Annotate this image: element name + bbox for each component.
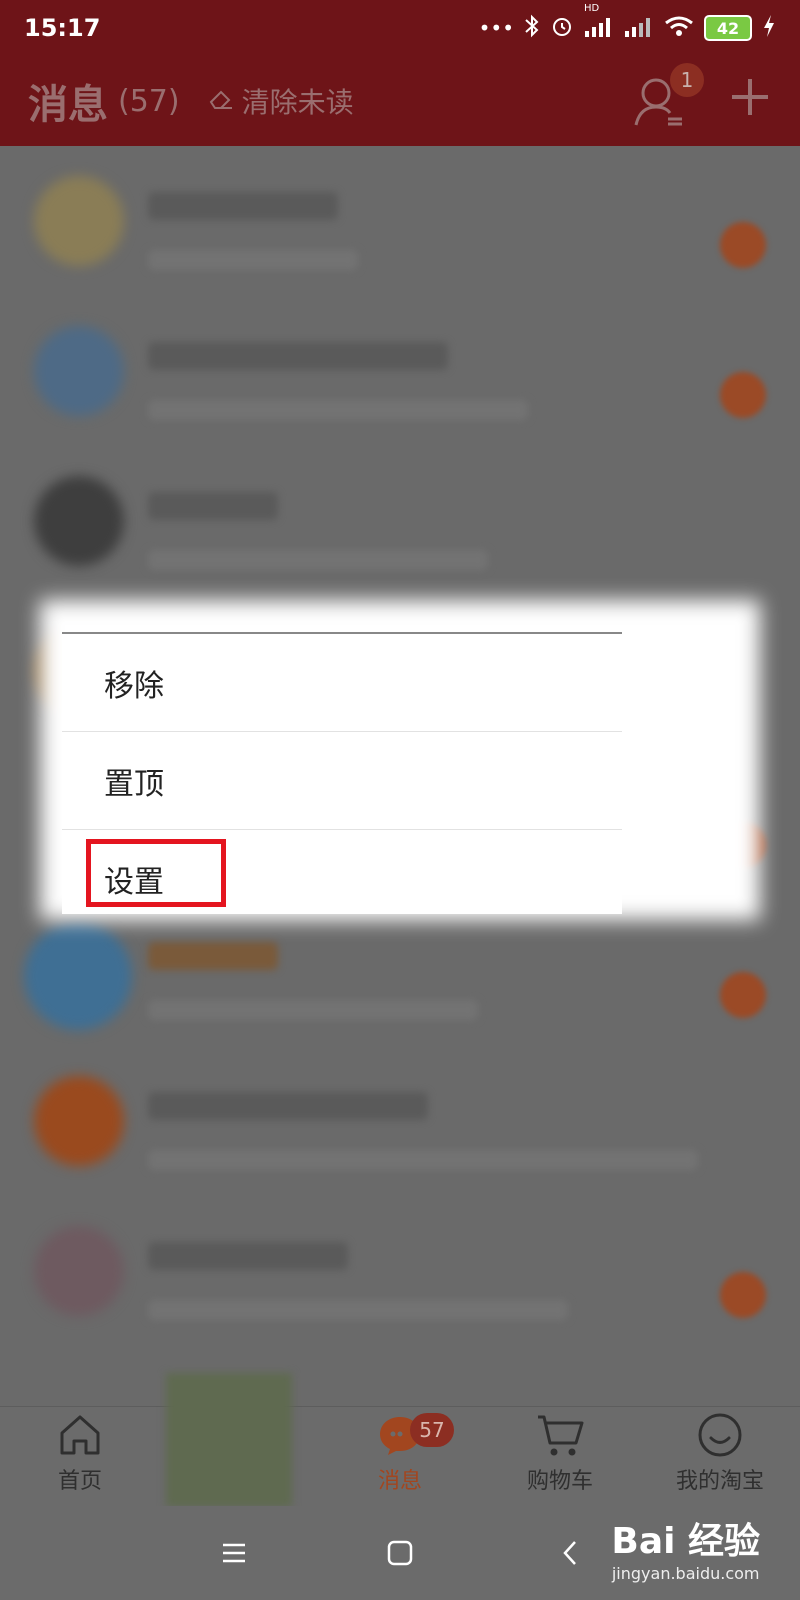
signal-hd-icon: HD [584, 3, 614, 42]
hd-label: HD [584, 2, 600, 14]
avatar [34, 176, 124, 266]
bottom-tab-bar: 首页 57 消息 购物车 我的淘宝 [0, 1373, 800, 1507]
smile-icon [650, 1407, 790, 1463]
list-item[interactable] [0, 446, 800, 596]
baidu-jingyan-watermark: Bai 经验 jingyan.baidu.com [611, 1512, 760, 1583]
messages-header: 消息 (57) 清除未读 1 [0, 56, 800, 146]
charging-icon [762, 14, 776, 43]
message-count: (57) [118, 83, 180, 119]
tab-label: 消息 [377, 1469, 422, 1494]
unread-dot [720, 372, 766, 418]
signal-icon [624, 15, 654, 42]
avatar [34, 1076, 124, 1166]
home-square-icon [387, 1540, 413, 1566]
clear-unread-label: 清除未读 [241, 86, 354, 119]
menu-item-pin-top[interactable]: 置顶 [62, 732, 622, 830]
status-bar: 15:17 ••• HD 42 [0, 0, 800, 56]
tab-messages[interactable]: 57 消息 [330, 1407, 470, 1507]
wifi-icon [664, 15, 694, 42]
tab-label: 我的淘宝 [675, 1469, 764, 1494]
highlight-box [86, 839, 226, 907]
tab-home[interactable]: 首页 [10, 1407, 150, 1507]
cart-icon [490, 1407, 630, 1463]
header-actions: 1 [632, 63, 772, 129]
menu-button[interactable] [204, 1528, 264, 1578]
status-time: 15:17 [24, 14, 101, 42]
list-item[interactable] [0, 1046, 800, 1196]
bluetooth-icon [524, 14, 540, 43]
contacts-badge: 1 [670, 63, 704, 97]
list-item[interactable] [0, 296, 800, 446]
menu-item-remove[interactable]: 移除 [62, 634, 622, 732]
page-title: 消息 [28, 82, 108, 128]
watermark-brand: Bai 经验 [611, 1521, 760, 1562]
clear-unread-button[interactable]: 清除未读 [208, 81, 354, 121]
alarm-icon [550, 14, 574, 43]
more-dots-icon: ••• [478, 16, 514, 40]
back-button[interactable] [540, 1528, 600, 1578]
back-chevron-icon [563, 1541, 576, 1565]
unread-dot [720, 972, 766, 1018]
plus-icon [732, 79, 768, 115]
menu-icon [223, 1543, 245, 1563]
home-icon [10, 1407, 150, 1463]
avatar [34, 476, 124, 566]
eraser-icon [208, 85, 234, 118]
tab-cart[interactable]: 购物车 [490, 1407, 630, 1507]
messages-badge: 57 [410, 1413, 454, 1447]
list-item[interactable] [0, 146, 800, 296]
tab-label: 首页 [57, 1469, 102, 1494]
watermark-url: jingyan.baidu.com [611, 1564, 760, 1583]
contacts-button[interactable]: 1 [632, 63, 704, 129]
home-button[interactable] [370, 1528, 430, 1578]
promo-tab-image[interactable] [166, 1373, 292, 1507]
avatar [24, 922, 132, 1030]
status-icons: ••• HD 42 [478, 3, 776, 43]
tab-my-taobao[interactable]: 我的淘宝 [650, 1407, 790, 1507]
avatar [34, 1226, 124, 1316]
unread-dot [720, 222, 766, 268]
unread-dot [720, 1272, 766, 1318]
avatar [34, 326, 124, 416]
battery-icon: 42 [704, 15, 752, 41]
add-button[interactable] [728, 74, 772, 128]
tab-label: 购物车 [526, 1469, 593, 1494]
list-item[interactable] [0, 1196, 800, 1346]
